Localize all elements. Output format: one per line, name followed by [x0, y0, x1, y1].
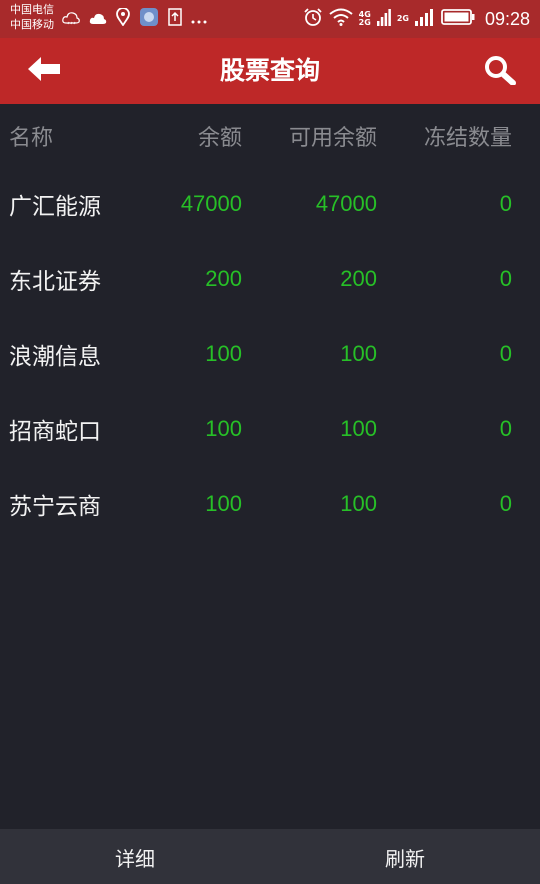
bottom-action-bar: 详细 刷新	[0, 829, 540, 884]
stock-name: 广汇能源	[9, 193, 101, 220]
signal-1-icon	[376, 8, 391, 30]
column-header-name: 名称	[9, 126, 54, 151]
signal-2-icon	[414, 8, 435, 30]
alarm-icon	[303, 7, 323, 31]
more-icon	[191, 10, 207, 29]
net-2g-small-label: 2G	[358, 18, 371, 27]
location-pin-icon	[116, 7, 130, 30]
balance-value: 100	[205, 415, 242, 441]
network-2g-label: 2G	[396, 14, 409, 23]
frozen-value: 0	[499, 265, 512, 291]
search-button[interactable]	[480, 53, 520, 91]
page-title: 股票查询	[219, 56, 320, 85]
available-value: 100	[340, 415, 377, 441]
table-row[interactable]: 浪潮信息 100 100 0	[0, 316, 540, 391]
carrier-1: 中国电信	[10, 3, 54, 16]
upload-icon	[168, 8, 182, 30]
frozen-value: 0	[499, 340, 512, 366]
notification-icons	[62, 7, 207, 31]
balance-value: 200	[205, 265, 242, 291]
column-header-available: 可用余额	[288, 126, 377, 151]
balance-value: 100	[205, 340, 242, 366]
cloud-icon	[89, 10, 107, 29]
balance-value: 47000	[180, 190, 242, 216]
clock-time: 09:28	[484, 8, 530, 29]
column-header-balance: 余额	[197, 126, 242, 151]
wifi-icon	[329, 8, 353, 30]
system-icons: 4G 2G 2G 09:28	[303, 6, 530, 32]
table-row[interactable]: 招商蛇口 100 100 0	[0, 391, 540, 466]
stock-name: 招商蛇口	[9, 418, 101, 445]
stock-name: 苏宁云商	[9, 493, 101, 520]
battery-icon	[441, 9, 475, 29]
frozen-value: 0	[499, 190, 512, 216]
carrier-2: 中国移动	[10, 18, 54, 31]
network-type-label: 4G 2G	[359, 11, 371, 27]
table-row[interactable]: 东北证券 200 200 0	[0, 241, 540, 316]
refresh-button[interactable]: 刷新	[270, 829, 540, 884]
available-value: 200	[340, 265, 377, 291]
status-bar: 中国电信 中国移动 4G 2G 2G 09:28	[0, 0, 540, 38]
frozen-value: 0	[499, 490, 512, 516]
stock-name: 浪潮信息	[9, 343, 101, 370]
available-value: 47000	[315, 190, 377, 216]
table-row[interactable]: 广汇能源 47000 47000 0	[0, 166, 540, 241]
available-value: 100	[340, 340, 377, 366]
carrier-labels: 中国电信 中国移动	[10, 2, 54, 32]
app-notification-icon	[139, 7, 159, 31]
frozen-value: 0	[499, 415, 512, 441]
detail-button[interactable]: 详细	[0, 829, 270, 884]
stock-name: 东北证券	[9, 268, 101, 295]
table-row[interactable]: 苏宁云商 100 100 0	[0, 466, 540, 541]
table-header: 名称 余额 可用余额 冻结数量	[0, 104, 540, 168]
balance-value: 100	[205, 490, 242, 516]
column-header-frozen: 冻结数量	[423, 126, 512, 151]
available-value: 100	[340, 490, 377, 516]
app-header: 股票查询	[0, 38, 540, 104]
cloud-outline-icon	[62, 10, 80, 29]
search-icon	[484, 55, 516, 89]
stock-query-screen: 中国电信 中国移动 4G 2G 2G 09:28 股票查询 名称 余额 可用余额…	[0, 0, 540, 884]
